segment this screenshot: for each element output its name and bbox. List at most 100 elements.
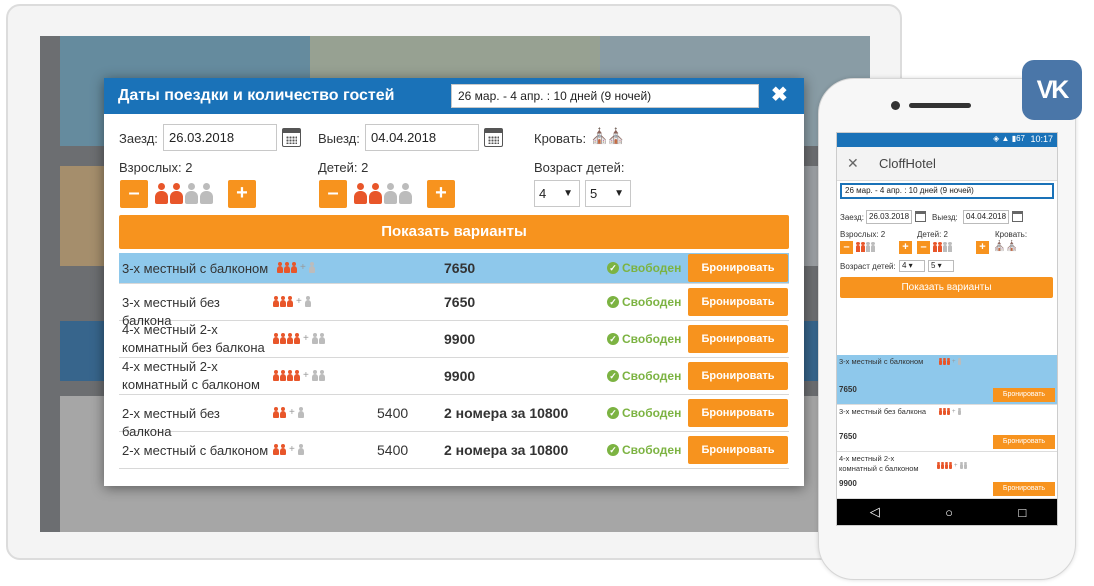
calendar-icon[interactable] xyxy=(1012,211,1023,222)
phone-children-icons[interactable] xyxy=(933,242,952,252)
check-icon: ✓ xyxy=(607,407,619,419)
book-button[interactable]: Бронировать xyxy=(993,435,1055,449)
book-button[interactable]: Бронировать xyxy=(688,436,788,464)
phone-child-age-select-2[interactable]: 5 ▾ xyxy=(928,260,954,272)
phone-children-minus-button[interactable]: – xyxy=(917,241,930,254)
guests-icon: + xyxy=(939,358,961,365)
close-icon[interactable]: ✕ xyxy=(847,155,859,172)
status-badge: ✓ Свободен xyxy=(607,406,681,420)
child-age-select-2[interactable]: 5 ▼ xyxy=(585,180,631,207)
bed-icon[interactable]: ⛪⛪ xyxy=(993,241,1018,252)
room-name: 4-х местный 2-х комнатный с балконом xyxy=(122,359,260,392)
room-price: 2 номера за 10800 xyxy=(444,405,569,421)
phone-dates-summary[interactable]: 26 мар. - 4 апр. : 10 дней (9 ночей) xyxy=(840,183,1054,199)
child-age-value-2: 5 xyxy=(590,186,598,201)
table-row[interactable]: 3-х местный с балконом +7650 Бронировать xyxy=(837,355,1057,405)
room-price: 9900 xyxy=(444,368,476,384)
room-name: 3-х местный с балконом xyxy=(122,261,269,276)
guests-icon: + xyxy=(277,262,315,273)
child-age-select-1[interactable]: 4 ▼ xyxy=(534,180,580,207)
rooms-list: 3-х местный с балконом +7650 ✓ Свободен Брон… xyxy=(119,253,789,469)
status-badge: ✓ Свободен xyxy=(607,332,681,346)
phone-checkin-label: Заезд: xyxy=(840,213,864,222)
table-row[interactable]: 4-х местный 2-х комнатный с балконом +990… xyxy=(837,452,1057,499)
status-text: Свободен xyxy=(622,369,682,383)
children-label: Детей: 2 xyxy=(318,160,369,175)
room-price: 7650 xyxy=(839,385,857,394)
table-row[interactable]: 2-х местный без балкона +5400 2 номера за … xyxy=(119,395,789,439)
calendar-icon[interactable] xyxy=(282,128,301,147)
dropdown-arrow-icon: ▼ xyxy=(563,188,573,199)
status-text: Свободен xyxy=(622,443,682,457)
dropdown-arrow-icon: ▼ xyxy=(614,188,624,199)
book-button[interactable]: Бронировать xyxy=(688,399,788,427)
close-icon[interactable]: ✖ xyxy=(771,82,788,107)
adults-minus-button[interactable]: – xyxy=(120,180,148,208)
room-name: 3-х местный без балкона xyxy=(839,407,927,416)
table-row[interactable]: 4-х местный 2-х комнатный с балконом +990… xyxy=(119,358,789,395)
guests-icon: + xyxy=(273,370,325,381)
phone-checkout-input[interactable]: 04.04.2018 xyxy=(963,210,1009,224)
phone-adults-minus-button[interactable]: – xyxy=(840,241,853,254)
home-icon[interactable]: ○ xyxy=(945,505,953,520)
recent-apps-icon[interactable]: □ xyxy=(1018,505,1026,520)
guests-icon: + xyxy=(273,296,311,307)
phone-checkout-label: Выезд: xyxy=(932,213,958,222)
single-room-price: 5400 xyxy=(377,405,409,421)
child-age-value-1: 4 xyxy=(902,261,907,270)
bed-icon[interactable]: ⛪⛪ xyxy=(590,127,625,145)
dates-summary-field[interactable]: 26 мар. - 4 апр. : 10 дней (9 ночей) xyxy=(451,84,759,108)
phone-checkin-input[interactable]: 26.03.2018 xyxy=(866,210,912,224)
guests-icon: + xyxy=(273,407,304,418)
table-row[interactable]: 3-х местный без балкона +7650 ✓ Свободен Бро… xyxy=(119,284,789,328)
back-icon[interactable]: ◁ xyxy=(870,504,880,520)
table-row[interactable]: 3-х местный без балкона +7650 Бронировать xyxy=(837,405,1057,452)
checkin-label: Заезд: xyxy=(119,131,158,146)
show-options-button[interactable]: Показать варианты xyxy=(119,215,789,249)
book-button[interactable]: Бронировать xyxy=(688,288,788,316)
adults-plus-button[interactable]: + xyxy=(228,180,256,208)
phone-screen: ◈ ▲ ▮67 10:17 ✕ CloffHotel 26 мар. - 4 а… xyxy=(836,132,1058,526)
checkout-label: Выезд: xyxy=(318,131,360,146)
child-age-value-2: 5 xyxy=(931,261,936,270)
children-people-icons[interactable] xyxy=(354,183,412,205)
room-price: 9900 xyxy=(839,479,857,488)
phone-children-plus-button[interactable]: + xyxy=(976,241,989,254)
phone-child-age-select-1[interactable]: 4 ▾ xyxy=(899,260,925,272)
room-price: 7650 xyxy=(444,294,476,310)
single-room-price: 5400 xyxy=(377,442,409,458)
app-bar: ✕ CloffHotel xyxy=(837,147,1057,181)
phone-adults-icons[interactable] xyxy=(856,242,875,252)
check-icon: ✓ xyxy=(607,370,619,382)
adults-label: Взрослых: 2 xyxy=(119,160,193,175)
phone-children-age-label: Возраст детей: xyxy=(840,262,896,271)
table-row[interactable]: 4-х местный 2-х комнатный без балкона +99… xyxy=(119,321,789,358)
book-button[interactable]: Бронировать xyxy=(993,388,1055,402)
check-icon: ✓ xyxy=(607,262,619,274)
checkin-input[interactable]: 26.03.2018 xyxy=(163,124,277,151)
phone-adults-plus-button[interactable]: + xyxy=(899,241,912,254)
app-title: CloffHotel xyxy=(879,156,936,171)
status-badge: ✓ Свободен xyxy=(607,369,681,383)
wifi-signal-battery-icon: ◈ ▲ ▮67 xyxy=(993,134,1025,143)
children-minus-button[interactable]: – xyxy=(319,180,347,208)
book-button[interactable]: Бронировать xyxy=(688,254,788,282)
room-price: 2 номера за 10800 xyxy=(444,442,569,458)
phone-show-options-button[interactable]: Показать варианты xyxy=(840,277,1053,298)
checkout-input[interactable]: 04.04.2018 xyxy=(365,124,479,151)
table-row[interactable]: 3-х местный с балконом +7650 ✓ Свободен Брон… xyxy=(119,253,789,284)
book-button[interactable]: Бронировать xyxy=(688,325,788,353)
children-plus-button[interactable]: + xyxy=(427,180,455,208)
room-price: 9900 xyxy=(444,331,476,347)
vk-logo-icon: VK xyxy=(1022,60,1082,120)
status-text: Свободен xyxy=(622,406,682,420)
book-button[interactable]: Бронировать xyxy=(993,482,1055,496)
calendar-icon[interactable] xyxy=(915,211,926,222)
speaker xyxy=(909,103,971,108)
adults-people-icons[interactable] xyxy=(155,183,213,205)
book-button[interactable]: Бронировать xyxy=(688,362,788,390)
table-row[interactable]: 2-х местный с балконом +5400 2 номера за 1… xyxy=(119,432,789,469)
status-badge: ✓ Свободен xyxy=(607,443,681,457)
guests-icon: + xyxy=(273,444,304,455)
calendar-icon[interactable] xyxy=(484,128,503,147)
